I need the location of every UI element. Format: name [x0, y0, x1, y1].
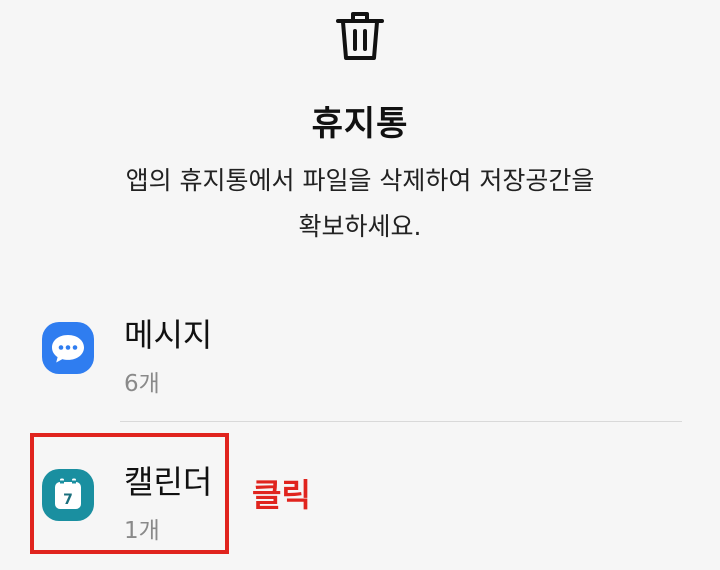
item-count: 6개	[124, 371, 160, 397]
trash-item-messages[interactable]: 메시지 6개	[0, 300, 720, 410]
click-highlight-box	[30, 433, 229, 554]
description-line-2: 확보하세요.	[298, 212, 422, 241]
trash-icon	[334, 8, 386, 64]
messages-icon	[42, 322, 94, 374]
item-name: 메시지	[124, 316, 213, 354]
click-annotation: 클릭	[252, 476, 311, 514]
page-description: 앱의 휴지통에서 파일을 삭제하여 저장공간을 확보하세요.	[60, 158, 660, 250]
trash-screen: 휴지통 앱의 휴지통에서 파일을 삭제하여 저장공간을 확보하세요. 메시지 6…	[0, 0, 720, 570]
description-line-1: 앱의 휴지통에서 파일을 삭제하여 저장공간을	[125, 166, 595, 195]
page-title: 휴지통	[311, 104, 409, 144]
list-divider	[120, 421, 682, 422]
